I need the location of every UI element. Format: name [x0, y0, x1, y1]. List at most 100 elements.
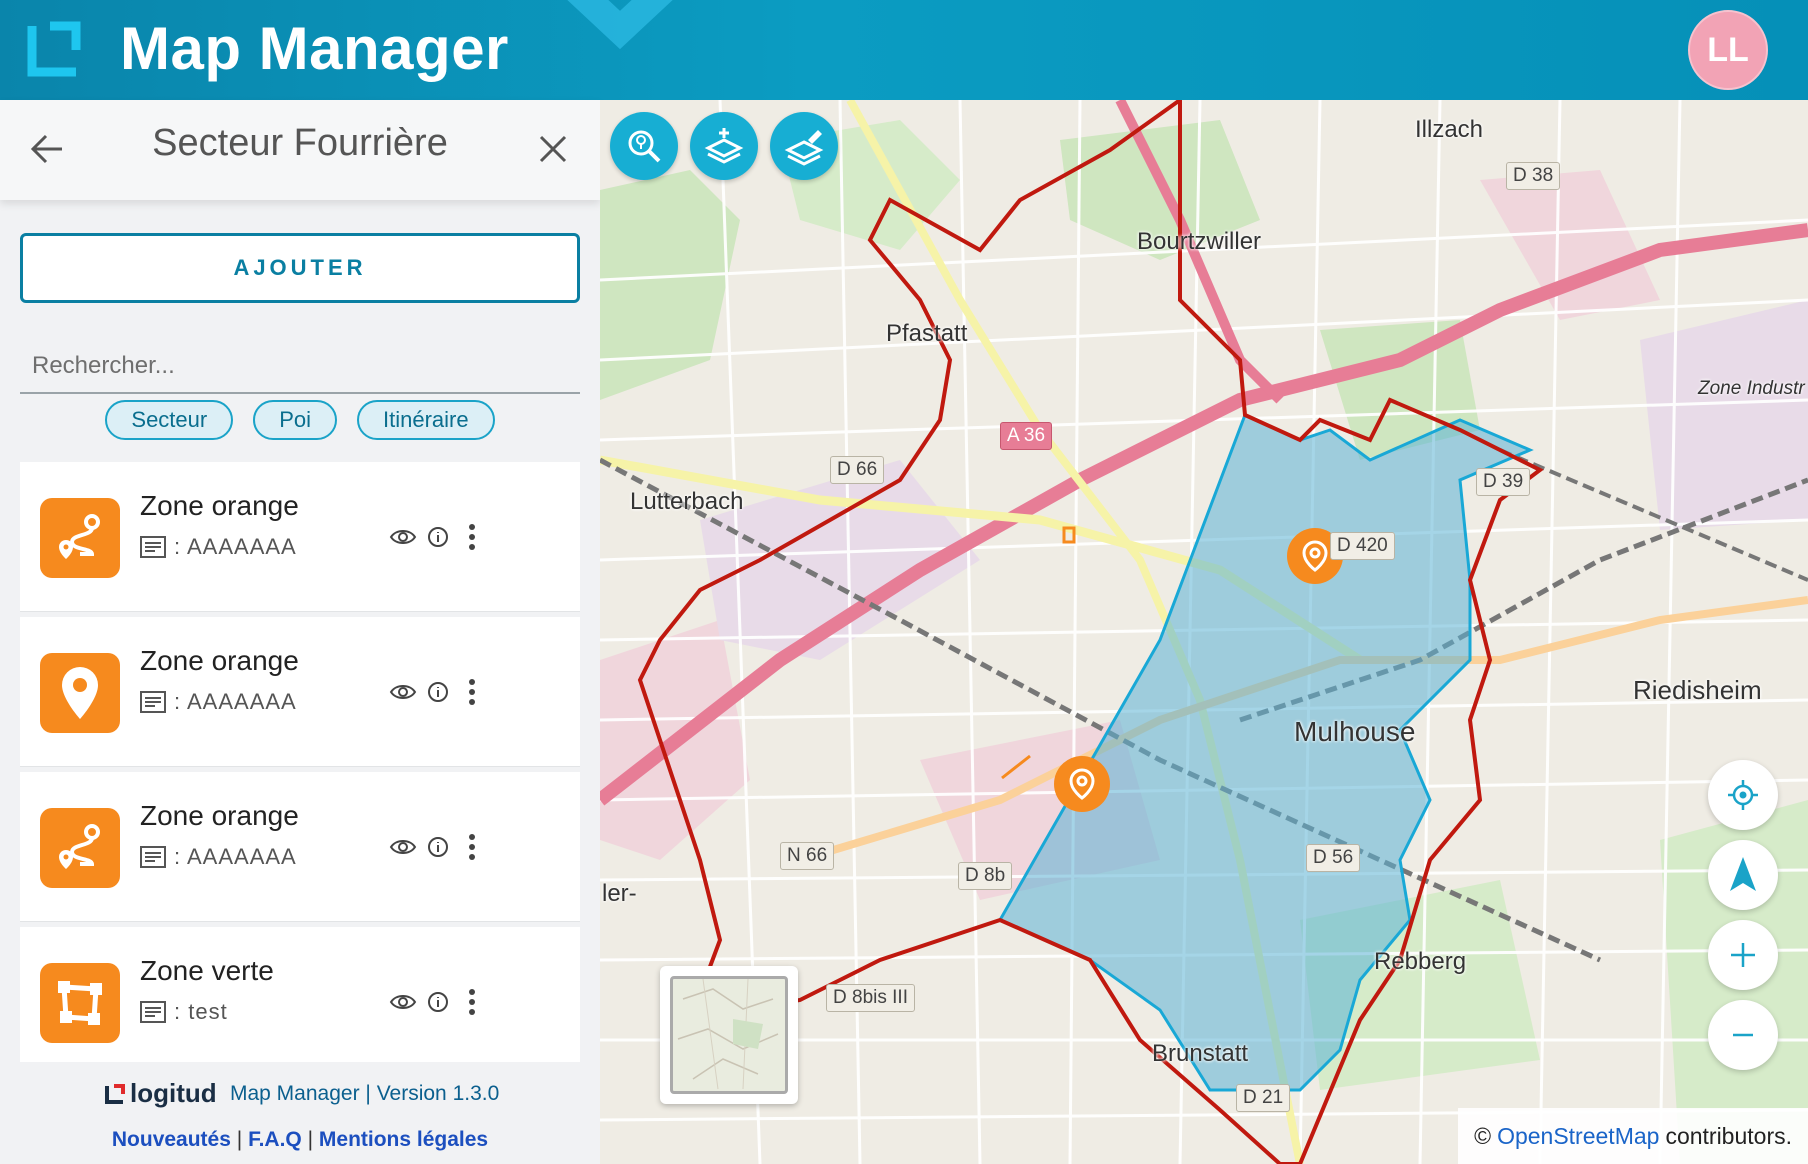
north-arrow-icon	[1730, 857, 1756, 891]
poi-marker[interactable]	[1054, 756, 1110, 812]
chevron-decoration-icon	[567, 0, 673, 50]
plus-icon	[1731, 943, 1755, 967]
item-desc-text: : AAAAAAA	[174, 689, 297, 714]
list-item[interactable]: Zone verte : test	[20, 927, 580, 1062]
map-canvas[interactable]: Illzach Bourtzwiller Pfastatt Lutterbach…	[600, 100, 1808, 1164]
place-label: Brunstatt	[1152, 1040, 1249, 1067]
info-icon[interactable]	[423, 522, 453, 552]
more-vert-icon[interactable]	[457, 987, 487, 1017]
location-pin-icon	[1069, 768, 1095, 800]
app-title: Map Manager	[120, 15, 509, 82]
info-icon[interactable]	[423, 832, 453, 862]
route-icon	[40, 498, 120, 578]
item-desc-text: : AAAAAAA	[174, 844, 297, 869]
info-icon[interactable]	[423, 677, 453, 707]
place-label: Pfastatt	[886, 320, 968, 347]
more-vert-icon[interactable]	[457, 832, 487, 862]
list-item[interactable]: Zone orange : AAAAAAA	[20, 772, 580, 922]
visibility-eye-icon[interactable]	[388, 677, 418, 707]
sidebar-title: Secteur Fourrière	[152, 122, 448, 164]
polygon-icon	[40, 963, 120, 1043]
description-icon	[140, 846, 166, 868]
back-arrow-icon[interactable]	[26, 128, 68, 170]
add-button[interactable]: AJOUTER	[20, 233, 580, 303]
place-label: Mulhouse	[1294, 716, 1416, 747]
industrial-area	[1640, 300, 1808, 530]
description-icon	[140, 1001, 166, 1023]
add-layer-button[interactable]	[690, 112, 758, 180]
sidebar-header: Secteur Fourrière	[0, 100, 600, 200]
minus-icon	[1733, 1033, 1753, 1037]
chip-secteur[interactable]: Secteur	[105, 400, 234, 440]
footer-links: Nouveautés | F.A.Q | Mentions légales	[0, 1128, 600, 1152]
crosshair-icon	[1728, 780, 1758, 810]
visibility-eye-icon[interactable]	[388, 522, 418, 552]
close-icon[interactable]	[532, 128, 574, 170]
attribution-suffix: contributors.	[1665, 1122, 1792, 1149]
edit-layer-button[interactable]	[770, 112, 838, 180]
place-label: Zone Industr	[1698, 378, 1805, 399]
faq-link[interactable]: F.A.Q	[248, 1128, 302, 1151]
legal-link[interactable]: Mentions légales	[319, 1128, 488, 1151]
minimap-map-icon	[677, 979, 779, 1090]
road-shield: D 38	[1506, 162, 1561, 190]
chip-itineraire[interactable]: Itinéraire	[357, 400, 495, 440]
list-item[interactable]: Zone orange : AAAAAAA	[20, 617, 580, 767]
logitud-logo-icon	[27, 21, 81, 77]
list-item[interactable]: Zone orange : AAAAAAA	[20, 462, 580, 612]
description-icon	[140, 536, 166, 558]
zoom-out-button[interactable]	[1708, 1000, 1778, 1070]
search-input[interactable]	[20, 340, 580, 392]
minimap-view	[670, 976, 788, 1094]
road-shield: D 420	[1330, 532, 1395, 560]
overview-minimap[interactable]	[660, 966, 798, 1104]
layers-edit-icon	[784, 130, 824, 166]
news-link[interactable]: Nouveautés	[112, 1128, 231, 1151]
info-icon[interactable]	[423, 987, 453, 1017]
copyright-symbol: ©	[1474, 1122, 1492, 1149]
footer-brand: logitud	[130, 1078, 217, 1108]
road-shield: N 66	[780, 842, 835, 870]
zoom-search-button[interactable]	[610, 112, 678, 180]
version-text: Map Manager | Version 1.3.0	[230, 1082, 500, 1105]
item-description: : test	[140, 999, 228, 1025]
map-manager-app: Map Manager LL Secteur Fourrière AJOUTER…	[0, 0, 1808, 1164]
item-desc-text: : AAAAAAA	[174, 534, 297, 559]
more-vert-icon[interactable]	[457, 522, 487, 552]
place-label: Rebberg	[1374, 948, 1467, 975]
visibility-eye-icon[interactable]	[388, 832, 418, 862]
link-separator: |	[307, 1128, 314, 1151]
item-description: : AAAAAAA	[140, 534, 297, 560]
geolocate-button[interactable]	[1708, 760, 1778, 830]
item-description: : AAAAAAA	[140, 689, 297, 715]
visibility-eye-icon[interactable]	[388, 987, 418, 1017]
user-avatar[interactable]: LL	[1688, 10, 1768, 90]
location-pin-icon	[40, 653, 120, 733]
layers-add-icon	[704, 128, 744, 164]
road-shield: D 8b	[958, 862, 1013, 890]
road-shield: D 8bis III	[826, 984, 915, 1012]
route-icon	[40, 808, 120, 888]
chip-poi[interactable]: Poi	[253, 400, 338, 440]
logitud-small-icon	[105, 1083, 125, 1104]
description-icon	[140, 691, 166, 713]
map-attribution: © OpenStreetMap contributors.	[1458, 1108, 1808, 1164]
zoom-in-button[interactable]	[1708, 920, 1778, 990]
compass-button[interactable]	[1708, 840, 1778, 910]
magnifier-icon	[628, 130, 661, 163]
footer-logo: logitud	[104, 1078, 217, 1109]
item-description: : AAAAAAA	[140, 844, 297, 870]
search-field	[20, 340, 580, 394]
layer-list: Zone orange : AAAAAAA Zone orange : AAAA…	[20, 462, 580, 1062]
item-desc-text: : test	[174, 999, 228, 1024]
place-label: ler-	[602, 880, 637, 907]
item-name: Zone orange	[140, 645, 299, 676]
item-name: Zone verte	[140, 955, 274, 986]
location-pin-icon	[1302, 540, 1328, 572]
place-label: Riedisheim	[1633, 675, 1762, 705]
sidebar-footer: logitud Map Manager | Version 1.3.0 Nouv…	[0, 1064, 600, 1164]
openstreetmap-link[interactable]: OpenStreetMap	[1497, 1123, 1659, 1150]
more-vert-icon[interactable]	[457, 677, 487, 707]
road-shield: D 66	[830, 456, 885, 484]
road-shield: D 39	[1476, 468, 1531, 496]
